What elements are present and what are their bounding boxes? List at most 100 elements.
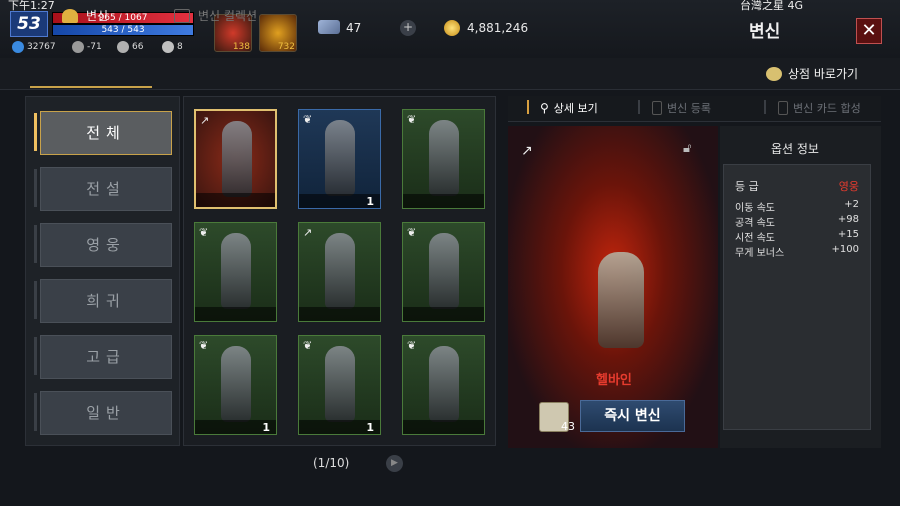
stat-claw: 8 (162, 41, 183, 53)
card-footer (196, 193, 275, 207)
character-figure (325, 346, 355, 422)
tab-transform[interactable]: 변신 (62, 7, 108, 24)
transform-card-grid: ↗ ❦ 1 ❦ ❦ ↗ ❦ ❦ 1 ❦ 1 ❦ (183, 96, 496, 446)
cards-icon (174, 8, 190, 23)
tab-separator (527, 100, 529, 114)
option-label: 무게 보너스 (735, 248, 785, 259)
tab-card-merge[interactable]: 변신 카드 합성 (778, 100, 861, 116)
class-icon: ↗ (303, 226, 313, 239)
transform-card[interactable]: ❦ 1 (194, 335, 277, 435)
character-figure (429, 346, 459, 422)
class-icon: ❦ (407, 339, 417, 352)
character-name: 헬바인 (596, 373, 632, 388)
filter-legendary[interactable]: 전설 (40, 167, 172, 211)
lock-icon[interactable]: 🔓︎ (683, 141, 697, 157)
filter-all[interactable]: 전체 (40, 111, 172, 155)
stat-boot: 66 (117, 41, 143, 53)
class-icon: ❦ (199, 339, 209, 352)
tab-separator (638, 100, 640, 114)
transform-card[interactable]: ❦ 1 (298, 335, 381, 435)
close-button[interactable]: ✕ (856, 18, 882, 44)
boot-icon (117, 41, 129, 53)
option-row: 이동 속도 +2 (735, 199, 859, 214)
character-figure (325, 120, 355, 196)
scroll-count: 43 (561, 420, 575, 433)
option-row: 시전 속도 +15 (735, 229, 859, 244)
option-label: 이동 속도 (735, 203, 775, 214)
class-icon: ❦ (303, 113, 313, 126)
option-label: 등 급 (735, 180, 759, 193)
filter-hero[interactable]: 영웅 (40, 223, 172, 267)
character-figure (221, 346, 251, 422)
stat-value: 66 (132, 42, 144, 52)
option-grade-row: 등 급 영웅 (735, 178, 859, 194)
options-title: 옵션 정보 (771, 142, 819, 156)
card-icon (652, 101, 662, 115)
tab-register[interactable]: 변신 등록 (652, 100, 711, 116)
claw-icon (162, 41, 174, 53)
class-icon: ❦ (199, 226, 209, 239)
option-row: 무게 보너스 +100 (735, 244, 859, 259)
shop-label: 상점 바로가기 (788, 67, 859, 81)
add-currency-button[interactable]: + (400, 20, 416, 36)
transform-card[interactable]: ❦ (194, 222, 277, 322)
filter-marker (34, 225, 37, 263)
filter-marker (34, 113, 37, 151)
character-figure (325, 233, 355, 309)
tab-label: 변신 카드 합성 (793, 102, 861, 115)
stat-value: 32767 (27, 42, 56, 52)
option-value: +15 (837, 229, 859, 240)
stat-wing: 32767 (12, 41, 56, 53)
option-value: +2 (844, 199, 859, 210)
card-footer (403, 194, 484, 208)
tab-separator (764, 100, 766, 114)
shop-shortcut-button[interactable]: 상점 바로가기 (766, 65, 858, 82)
class-icon: ❦ (407, 226, 417, 239)
transform-card[interactable]: ↗ (298, 222, 381, 322)
transform-card[interactable]: ❦ (402, 222, 485, 322)
network-status: 台灣之星 4G (740, 0, 804, 12)
transform-card[interactable]: ❦ (402, 335, 485, 435)
mp-bar: 543 / 543 (52, 24, 194, 36)
feather-leaf-slot[interactable]: 732 (259, 14, 297, 52)
filter-marker (34, 337, 37, 375)
stat-value: 8 (177, 42, 183, 52)
system-status-bar: 下午1:27 台灣之星 4G (0, 0, 900, 12)
transform-card[interactable]: ↗ (194, 109, 277, 209)
page-indicator: (1/10) (313, 456, 350, 470)
archer-class-icon: ↗ (521, 143, 533, 159)
option-value: +98 (837, 214, 859, 225)
option-value: 영웅 (838, 180, 859, 193)
character-figure (222, 121, 252, 197)
gold-coin-icon (444, 20, 460, 36)
tab-collection[interactable]: 변신 컬렉션 (174, 7, 257, 24)
option-row: 공격 속도 +98 (735, 214, 859, 229)
tab-label: 변신 컬렉션 (198, 9, 258, 23)
card-count: 1 (366, 421, 374, 434)
wizard-hat-icon (62, 8, 78, 23)
feather-icon (318, 20, 340, 34)
card-footer (299, 307, 380, 321)
class-icon: ❦ (303, 339, 313, 352)
wing-icon (12, 41, 24, 53)
character-figure (221, 233, 251, 309)
tab-label: 변신 등록 (667, 102, 711, 115)
character-figure (429, 120, 459, 196)
filter-advanced[interactable]: 고급 (40, 335, 172, 379)
filter-rare[interactable]: 희귀 (40, 279, 172, 323)
tab-detail-view[interactable]: ⚲ 상세 보기 (540, 100, 598, 116)
card-footer (403, 307, 484, 321)
option-value: +100 (831, 244, 859, 255)
filter-marker (34, 393, 37, 431)
instant-transform-button[interactable]: 즉시 변신 (580, 400, 685, 432)
stat-skull: -71 (72, 41, 102, 53)
card-count: 1 (262, 421, 270, 434)
filter-normal[interactable]: 일반 (40, 391, 172, 435)
transform-card[interactable]: ❦ (402, 109, 485, 209)
skull-icon (72, 41, 84, 53)
next-page-button[interactable]: ▶ (386, 455, 403, 472)
tab-label: 상세 보기 (553, 102, 598, 115)
transform-card[interactable]: ❦ 1 (298, 109, 381, 209)
character-figure (429, 233, 459, 309)
magnifier-icon: ⚲ (540, 101, 549, 115)
